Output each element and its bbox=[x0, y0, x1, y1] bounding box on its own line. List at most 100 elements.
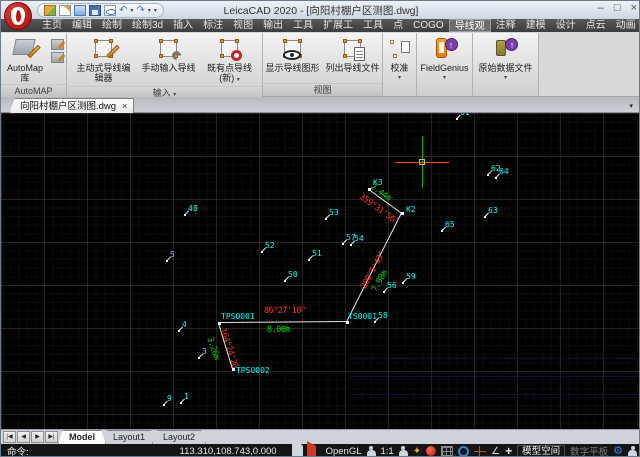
point-label[interactable]: 63 bbox=[488, 206, 498, 215]
fieldgenius-button[interactable]: ↑ FieldGenius ▾ bbox=[418, 35, 470, 84]
active-traverse-editor-button[interactable]: 主动式导线编辑器 bbox=[71, 35, 137, 84]
plus-icon[interactable]: + bbox=[505, 446, 512, 457]
drawing-canvas[interactable]: 2.44m359°31'56"200°5'43"7.98m86°27'18"8.… bbox=[1, 113, 640, 429]
annotation-person-icon[interactable] bbox=[367, 446, 376, 457]
coordinates-readout[interactable]: 113.310,108.743,0.000 bbox=[180, 446, 277, 457]
point-label[interactable]: 3 bbox=[202, 347, 207, 356]
station-marker[interactable] bbox=[232, 368, 235, 371]
command-prompt[interactable]: 命令: bbox=[7, 444, 29, 457]
point-label[interactable]: 61 bbox=[460, 113, 470, 117]
layout-tab-model[interactable]: Model bbox=[58, 430, 106, 444]
model-space-button[interactable]: 模型空间 bbox=[517, 445, 565, 457]
draft-triangle-icon[interactable] bbox=[292, 446, 304, 457]
automap-library-button[interactable]: AutoMap库 bbox=[1, 35, 49, 84]
manual-input-traverse-button[interactable]: 手动输入导线 bbox=[139, 35, 199, 74]
station-label[interactable]: TPS0002 bbox=[236, 366, 270, 375]
first-tab-icon[interactable]: |◀ bbox=[3, 431, 16, 443]
ribbon-panel-rawdata: ↑ 原始数据文件 ▾ bbox=[473, 33, 539, 96]
digitizer-button[interactable]: 数字平板 bbox=[570, 444, 608, 457]
ribbon-tab-工具[interactable]: 工具 bbox=[358, 19, 388, 32]
document-close-icon[interactable]: × bbox=[122, 99, 127, 114]
close-button[interactable]: × bbox=[631, 2, 637, 14]
ribbon-tab-视图[interactable]: 视图 bbox=[228, 19, 258, 32]
ribbon-tab-点[interactable]: 点 bbox=[388, 19, 408, 32]
ribbon-tab-导线观[interactable]: 导线观 bbox=[449, 19, 491, 32]
panel-label-automap: AutoMAP bbox=[1, 84, 66, 97]
ribbon-tab-输出[interactable]: 输出 bbox=[258, 19, 288, 32]
point-label[interactable]: 9 bbox=[167, 394, 172, 403]
document-tab[interactable]: 向阳村棚户区测图.dwg × bbox=[9, 98, 134, 113]
maximize-button[interactable]: □ bbox=[614, 2, 621, 14]
ribbon-tab-设计[interactable]: 设计 bbox=[551, 19, 581, 32]
red-arrow-icon[interactable] bbox=[309, 446, 321, 457]
prev-tab-icon[interactable]: ◀ bbox=[17, 431, 30, 443]
ribbon-tab-编辑[interactable]: 编辑 bbox=[67, 19, 97, 32]
point-label[interactable]: 58 bbox=[378, 311, 388, 320]
station-marker[interactable] bbox=[368, 188, 371, 191]
automap-small-icon-2[interactable] bbox=[51, 52, 64, 63]
point-label[interactable]: 59 bbox=[406, 272, 416, 281]
ribbon-tab-点云[interactable]: 点云 bbox=[581, 19, 611, 32]
point-label[interactable]: 48 bbox=[188, 204, 198, 213]
document-tab-bar: 向阳村棚户区测图.dwg × ▾ bbox=[1, 97, 640, 113]
point-label[interactable]: 50 bbox=[288, 270, 298, 279]
person-icon[interactable] bbox=[399, 446, 408, 457]
annotation-scale-label[interactable]: 1:1 bbox=[381, 446, 394, 457]
ribbon-tab-绘制3d[interactable]: 绘制3d bbox=[127, 19, 168, 32]
clock-icon[interactable] bbox=[458, 446, 469, 457]
ribbon-tab-绘制[interactable]: 绘制 bbox=[97, 19, 127, 32]
ribbon-tab-主页[interactable]: 主页 bbox=[37, 19, 67, 32]
ribbon-tab-COGO[interactable]: COGO bbox=[408, 19, 449, 32]
ribbon-tab-标注[interactable]: 标注 bbox=[198, 19, 228, 32]
show-traverse-graphic-button[interactable]: 显示导线图形 bbox=[264, 35, 322, 74]
point-label[interactable]: 53 bbox=[329, 208, 339, 217]
point-label[interactable]: 54 bbox=[354, 234, 364, 243]
layout-tab-layout1[interactable]: Layout1 bbox=[102, 430, 156, 444]
grid-toggle-icon[interactable] bbox=[441, 446, 453, 457]
point-label[interactable]: 65 bbox=[445, 220, 455, 229]
distance-annotation[interactable]: 8.00m bbox=[267, 325, 290, 335]
ribbon-tab-注释[interactable]: 注释 bbox=[491, 19, 521, 32]
gear-icon[interactable]: ⚙ bbox=[613, 445, 623, 457]
tab-list-dropdown-icon[interactable]: ▾ bbox=[629, 102, 633, 110]
station-label[interactable]: K3 bbox=[373, 178, 383, 187]
point-label[interactable]: 1 bbox=[184, 392, 189, 401]
calibrate-button[interactable]: 校准 ▾ bbox=[385, 35, 415, 84]
leica-logo-icon[interactable] bbox=[4, 2, 32, 30]
point-label[interactable]: 52 bbox=[265, 241, 275, 250]
user-icon[interactable] bbox=[628, 446, 637, 457]
point-label[interactable]: 64 bbox=[499, 167, 509, 176]
traverse-line[interactable] bbox=[219, 321, 347, 323]
station-marker[interactable] bbox=[346, 321, 349, 324]
star-icon[interactable]: ✦ bbox=[413, 446, 421, 457]
station-label[interactable]: TS0001 bbox=[348, 312, 377, 321]
ribbon-tab-扩展工[interactable]: 扩展工 bbox=[318, 19, 358, 32]
station-label[interactable]: K2 bbox=[406, 205, 416, 214]
ribbon-tab-工具[interactable]: 工具 bbox=[288, 19, 318, 32]
opengl-label[interactable]: OpenGL bbox=[326, 446, 362, 457]
point-label[interactable]: 5 bbox=[170, 250, 175, 259]
snap-crosshair-icon[interactable] bbox=[474, 446, 486, 457]
ribbon-tab-插入[interactable]: 插入 bbox=[168, 19, 198, 32]
angle-annotation[interactable]: 86°27'18" bbox=[264, 306, 306, 316]
existing-points-traverse-button[interactable]: 既有点导线 (新) ▾ bbox=[201, 35, 259, 86]
minimize-button[interactable]: – bbox=[598, 2, 604, 14]
angle-icon[interactable]: ∠ bbox=[491, 446, 500, 457]
raw-data-file-button[interactable]: ↑ 原始数据文件 ▾ bbox=[476, 35, 534, 84]
ribbon-panel-calibrate: 校准 ▾ bbox=[383, 33, 417, 96]
next-tab-icon[interactable]: ▶ bbox=[31, 431, 44, 443]
trace-icon[interactable] bbox=[426, 446, 436, 456]
layout-tab-layout2[interactable]: Layout2 bbox=[152, 430, 206, 444]
station-marker[interactable] bbox=[218, 322, 221, 325]
ribbon-tab-动画[interactable]: 动画 bbox=[611, 19, 640, 32]
point-label[interactable]: 56 bbox=[387, 281, 397, 290]
list-traverse-file-button[interactable]: 列出导线文件 bbox=[324, 35, 382, 74]
point-label[interactable]: 4 bbox=[182, 320, 187, 329]
point-label[interactable]: 51 bbox=[312, 249, 322, 258]
ribbon-tab-建模[interactable]: 建模 bbox=[521, 19, 551, 32]
automap-small-icon-1[interactable] bbox=[51, 39, 64, 50]
station-label[interactable]: TPS0001 bbox=[221, 312, 255, 321]
station-marker[interactable] bbox=[401, 212, 404, 215]
last-tab-icon[interactable]: ▶| bbox=[45, 431, 58, 443]
ribbon-panel-input: 主动式导线编辑器 手动输入导线 既有点导线 (新) ▾ 输入 ▾ bbox=[67, 33, 263, 96]
